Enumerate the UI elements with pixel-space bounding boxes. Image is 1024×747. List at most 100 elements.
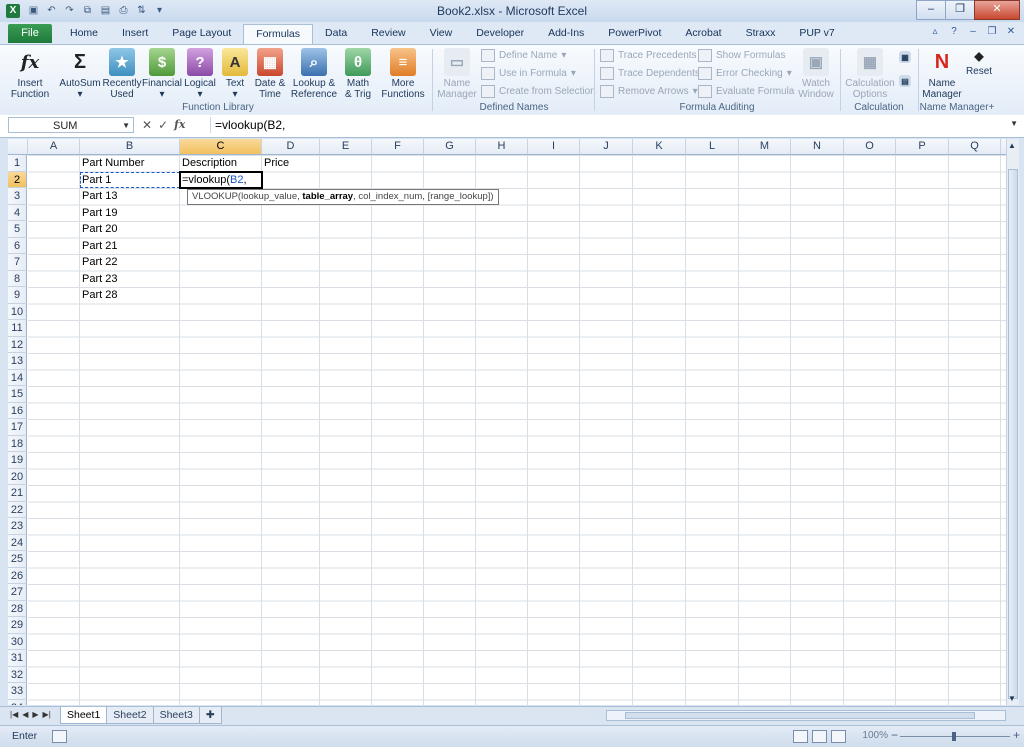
row-header-3[interactable]: 3 [8, 188, 27, 205]
row-header-26[interactable]: 26 [8, 567, 27, 584]
cell-c1[interactable]: Description [180, 155, 237, 172]
normal-view-icon[interactable] [793, 730, 808, 743]
trace-dependents-button[interactable]: Trace Dependents [600, 67, 700, 80]
sheet-tab-sheet1[interactable]: Sheet1 [60, 707, 108, 724]
insert-function-button[interactable]: fx Insert Function [8, 48, 52, 100]
tab-insert[interactable]: Insert [110, 24, 160, 43]
macro-record-icon[interactable] [52, 730, 67, 743]
column-header-g[interactable]: G [424, 139, 476, 154]
row-header-8[interactable]: 8 [8, 270, 27, 287]
row-header-29[interactable]: 29 [8, 617, 27, 634]
row-header-1[interactable]: 1 [8, 155, 27, 172]
cell-b5[interactable]: Part 20 [80, 221, 117, 238]
close-button[interactable]: ✕ [974, 0, 1020, 20]
show-formulas-button[interactable]: Show Formulas [698, 49, 785, 62]
zoom-level[interactable]: 100% [862, 730, 888, 741]
column-header-q[interactable]: Q [949, 139, 1001, 154]
cell-b7[interactable]: Part 22 [80, 254, 117, 271]
cell-area[interactable]: Part Number Description Price Part 1 =vl… [28, 155, 1006, 705]
define-name-button[interactable]: Define Name ▾ [481, 49, 566, 62]
sheet-tab-sheet2[interactable]: Sheet2 [106, 707, 154, 724]
zoom-slider[interactable] [900, 732, 1010, 741]
horizontal-scroll-thumb[interactable] [625, 712, 975, 719]
row-header-10[interactable]: 10 [8, 303, 27, 320]
last-sheet-icon[interactable]: ▶| [43, 710, 51, 719]
name-box[interactable]: SUM ▼ [8, 117, 134, 133]
column-header-b[interactable]: B [80, 139, 180, 154]
column-header-m[interactable]: M [739, 139, 791, 154]
row-header-20[interactable]: 20 [8, 468, 27, 485]
workbook-minimize-icon[interactable]: – [966, 25, 980, 39]
logical-button[interactable]: ? Logical ▾ [183, 48, 217, 100]
column-header-l[interactable]: L [686, 139, 739, 154]
insert-function-icon[interactable]: fx [174, 118, 185, 132]
name-manager-plus-button[interactable]: N Name Manager [920, 48, 964, 101]
tab-review[interactable]: Review [359, 24, 417, 43]
tab-file[interactable]: File [8, 24, 52, 43]
page-break-view-icon[interactable] [831, 730, 846, 743]
tab-data[interactable]: Data [313, 24, 359, 43]
row-header-23[interactable]: 23 [8, 518, 27, 535]
tab-home[interactable]: Home [58, 24, 110, 43]
scroll-down-icon[interactable]: ▼ [1008, 694, 1016, 703]
first-sheet-icon[interactable]: |◀ [10, 710, 18, 719]
row-header-28[interactable]: 28 [8, 600, 27, 617]
restore-button[interactable]: ❐ [945, 0, 975, 20]
sheet-tab-sheet3[interactable]: Sheet3 [152, 707, 200, 724]
tab-view[interactable]: View [418, 24, 465, 43]
zoom-slider-knob[interactable] [952, 732, 956, 741]
math-trig-button[interactable]: θ Math & Trig [340, 48, 376, 100]
vertical-scrollbar[interactable]: ▲ ▼ [1006, 139, 1019, 705]
minimize-ribbon-icon[interactable]: ▵ [928, 25, 942, 39]
tab-straxx[interactable]: Straxx [734, 24, 788, 43]
horizontal-scrollbar[interactable] [606, 710, 1006, 721]
trace-precedents-button[interactable]: Trace Precedents [600, 49, 697, 62]
tab-developer[interactable]: Developer [464, 24, 536, 43]
tab-add-ins[interactable]: Add-Ins [536, 24, 596, 43]
row-header-4[interactable]: 4 [8, 204, 27, 221]
column-header-c[interactable]: C [180, 139, 262, 154]
minimize-button[interactable]: – [916, 0, 946, 20]
row-header-25[interactable]: 25 [8, 551, 27, 568]
row-header-27[interactable]: 27 [8, 584, 27, 601]
autosum-button[interactable]: Σ AutoSum ▾ [58, 48, 102, 101]
next-sheet-icon[interactable]: ▶ [32, 710, 38, 719]
financial-button[interactable]: $ Financial ▾ [142, 48, 182, 100]
row-header-19[interactable]: 19 [8, 452, 27, 469]
row-header-16[interactable]: 16 [8, 402, 27, 419]
scroll-up-icon[interactable]: ▲ [1008, 141, 1016, 150]
text-button[interactable]: A Text ▾ [220, 48, 250, 100]
column-header-n[interactable]: N [791, 139, 844, 154]
column-header-e[interactable]: E [320, 139, 372, 154]
row-header-21[interactable]: 21 [8, 485, 27, 502]
page-layout-view-icon[interactable] [812, 730, 827, 743]
enter-check-icon[interactable]: ✓ [158, 118, 168, 132]
row-header-14[interactable]: 14 [8, 369, 27, 386]
cell-b1[interactable]: Part Number [80, 155, 144, 172]
column-header-i[interactable]: I [528, 139, 580, 154]
tab-acrobat[interactable]: Acrobat [673, 24, 733, 43]
remove-arrows-button[interactable]: Remove Arrows ▾ [600, 85, 698, 98]
column-header-k[interactable]: K [633, 139, 686, 154]
row-header-12[interactable]: 12 [8, 336, 27, 353]
calculate-sheet-button[interactable]: ▤ [898, 75, 912, 89]
help-icon[interactable]: ? [947, 25, 961, 39]
column-header-o[interactable]: O [844, 139, 896, 154]
column-header-d[interactable]: D [262, 139, 320, 154]
row-header-33[interactable]: 33 [8, 683, 27, 700]
row-header-15[interactable]: 15 [8, 386, 27, 403]
zoom-in-icon[interactable]: + [1013, 728, 1020, 742]
workbook-close-icon[interactable]: ✕ [1004, 25, 1018, 39]
cell-b8[interactable]: Part 23 [80, 271, 117, 288]
more-functions-button[interactable]: ≡ More Functions [378, 48, 428, 100]
calculation-options-button[interactable]: ▦ Calculation Options [844, 48, 896, 100]
cell-b9[interactable]: Part 28 [80, 287, 117, 304]
expand-formula-bar-icon[interactable]: ▼ [1010, 119, 1018, 128]
row-header-5[interactable]: 5 [8, 221, 27, 238]
row-header-30[interactable]: 30 [8, 633, 27, 650]
cell-b6[interactable]: Part 21 [80, 238, 117, 255]
row-header-34[interactable]: 34 [8, 699, 27, 705]
column-header-p[interactable]: P [896, 139, 949, 154]
name-manager-button[interactable]: ▭ Name Manager [436, 48, 478, 100]
error-checking-button[interactable]: Error Checking ▾ [698, 67, 792, 80]
